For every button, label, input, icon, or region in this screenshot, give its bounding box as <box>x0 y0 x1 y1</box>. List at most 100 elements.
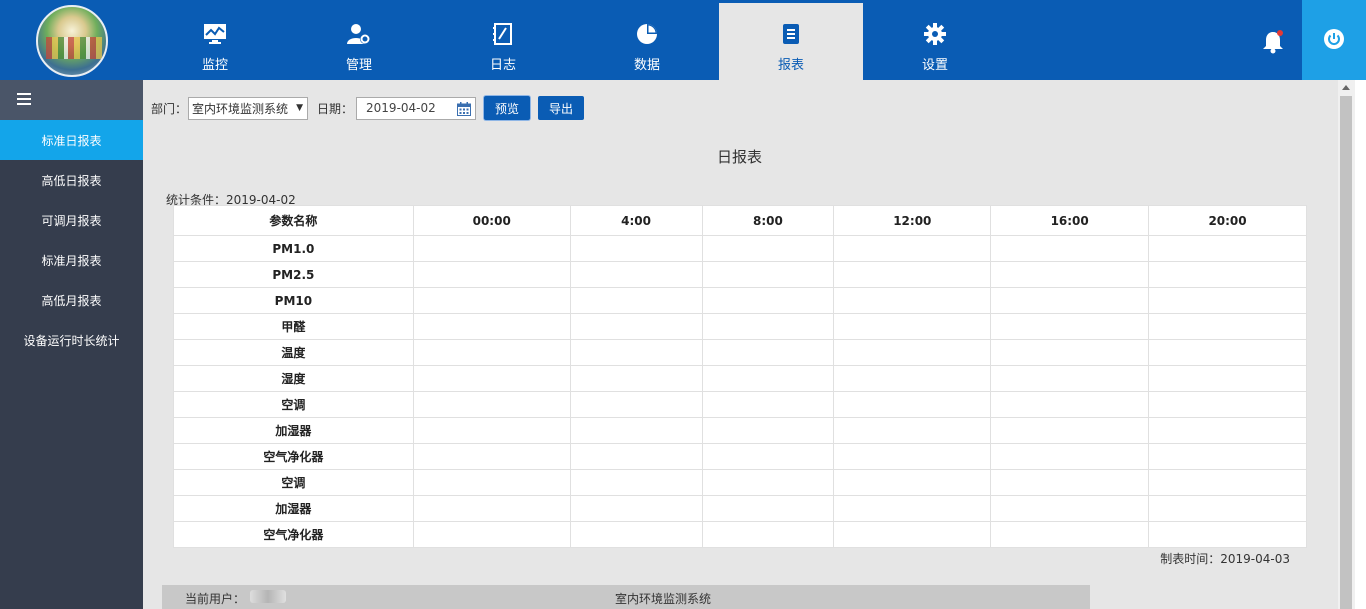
calendar-icon[interactable] <box>457 101 472 119</box>
table-cell <box>990 287 1150 314</box>
logo-image <box>36 5 108 77</box>
sidebar-item-adjustable-monthly[interactable]: 可调月报表 <box>0 200 143 240</box>
preview-button[interactable]: 预览 <box>484 96 531 120</box>
pie-chart-icon <box>636 22 658 46</box>
nav-tab-settings[interactable]: 设置 <box>863 0 1007 80</box>
monitor-chart-icon <box>203 22 227 46</box>
sidebar-item-standard-monthly[interactable]: 标准月报表 <box>0 240 143 280</box>
column-header: 20:00 <box>1148 205 1307 236</box>
table-cell <box>833 417 992 444</box>
power-icon <box>1323 28 1345 53</box>
date-input-value: 2019-04-02 <box>366 101 436 115</box>
table-cell <box>990 365 1150 392</box>
date-input[interactable]: 2019-04-02 <box>356 96 477 120</box>
sidebar-item-label: 高低日报表 <box>41 173 102 188</box>
bell-icon[interactable] <box>1262 30 1284 54</box>
table-cell <box>701 443 835 470</box>
table-cell <box>412 365 571 392</box>
window-edge <box>1355 80 1366 609</box>
top-navbar: 监控 管理 日志 数据 报表 设置 <box>0 0 1366 83</box>
nav-tab-label: 数据 <box>633 58 660 73</box>
nav-tab-report[interactable]: 报表 <box>719 3 863 83</box>
system-name: 室内环境监测系统 <box>615 592 712 606</box>
table-cell <box>833 339 992 366</box>
table-row: 温度 <box>173 339 1307 366</box>
row-label: 加湿器 <box>173 417 414 444</box>
table-cell <box>412 261 571 288</box>
table-cell <box>1148 521 1307 548</box>
sidebar-item-device-runtime[interactable]: 设备运行时长统计 <box>0 320 143 360</box>
table-row: 空气净化器 <box>173 521 1307 548</box>
report-table: 参数名称 00:00 4:00 8:00 12:00 16:00 20:00 P… <box>173 205 1307 548</box>
table-cell <box>990 313 1150 340</box>
nav-tab-data[interactable]: 数据 <box>575 0 719 80</box>
table-cell <box>412 443 571 470</box>
table-cell <box>412 495 571 522</box>
gear-icon <box>924 22 946 46</box>
row-label: PM10 <box>173 287 414 314</box>
vertical-scrollbar[interactable] <box>1338 80 1355 609</box>
table-cell <box>833 261 992 288</box>
table-cell <box>1148 313 1307 340</box>
nav-tab-monitor[interactable]: 监控 <box>143 0 287 80</box>
sidebar-item-standard-daily[interactable]: 标准日报表 <box>0 120 143 160</box>
table-cell <box>569 287 703 314</box>
row-label: 空气净化器 <box>173 443 414 470</box>
table-row: PM1.0 <box>173 235 1307 262</box>
sidebar-item-highlow-daily[interactable]: 高低日报表 <box>0 160 143 200</box>
row-label: 甲醛 <box>173 313 414 340</box>
sidebar: 标准日报表 高低日报表 可调月报表 标准月报表 高低月报表 设备运行时长统计 <box>0 80 143 609</box>
menu-toggle-button[interactable] <box>0 80 143 120</box>
sidebar-item-label: 标准月报表 <box>41 253 102 268</box>
table-row: 空调 <box>173 469 1307 496</box>
filter-bar: 部门： 室内环境监测系统 ▼ 日期： 2019-04-02 预览 导出 <box>151 96 585 120</box>
sidebar-item-label: 高低月报表 <box>41 293 102 308</box>
export-button[interactable]: 导出 <box>538 96 585 120</box>
nav-tab-log[interactable]: 日志 <box>431 0 575 80</box>
table-cell <box>990 495 1150 522</box>
table-cell <box>412 235 571 262</box>
table-cell <box>1148 261 1307 288</box>
dept-label: 部门： <box>151 101 188 116</box>
scroll-up-icon[interactable] <box>1342 85 1350 90</box>
user-gear-icon <box>347 22 371 46</box>
sidebar-item-highlow-monthly[interactable]: 高低月报表 <box>0 280 143 320</box>
row-label: 空调 <box>173 469 414 496</box>
nav-tab-manage[interactable]: 管理 <box>287 0 431 80</box>
table-row: 甲醛 <box>173 313 1307 340</box>
nav-tab-label: 监控 <box>201 58 228 73</box>
table-cell <box>569 365 703 392</box>
table-cell <box>1148 443 1307 470</box>
row-label: 加湿器 <box>173 495 414 522</box>
table-cell <box>1148 365 1307 392</box>
column-header: 参数名称 <box>173 205 414 236</box>
table-cell <box>1148 235 1307 262</box>
logout-button[interactable] <box>1302 0 1366 80</box>
table-cell <box>990 521 1150 548</box>
table-cell <box>990 391 1150 418</box>
nav-tab-label: 设置 <box>921 58 948 73</box>
table-cell <box>1148 391 1307 418</box>
table-cell <box>701 469 835 496</box>
table-cell <box>1148 469 1307 496</box>
table-cell <box>412 521 571 548</box>
table-row: 空气净化器 <box>173 443 1307 470</box>
table-cell <box>412 469 571 496</box>
table-row: 加湿器 <box>173 495 1307 522</box>
status-bar: 当前用户： 室内环境监测系统 <box>162 585 1090 609</box>
dropdown-arrow-icon: ▼ <box>296 102 304 113</box>
table-row: 湿度 <box>173 365 1307 392</box>
table-cell <box>701 365 835 392</box>
table-cell <box>701 521 835 548</box>
table-cell <box>412 313 571 340</box>
table-row: 加湿器 <box>173 417 1307 444</box>
dept-select[interactable]: 室内环境监测系统 ▼ <box>188 96 309 120</box>
current-user-redacted <box>250 590 286 603</box>
table-cell <box>990 417 1150 444</box>
table-cell <box>1148 339 1307 366</box>
row-label: 温度 <box>173 339 414 366</box>
table-cell <box>412 287 571 314</box>
row-label: PM1.0 <box>173 235 414 262</box>
scroll-thumb[interactable] <box>1340 96 1352 609</box>
table-cell <box>833 521 992 548</box>
